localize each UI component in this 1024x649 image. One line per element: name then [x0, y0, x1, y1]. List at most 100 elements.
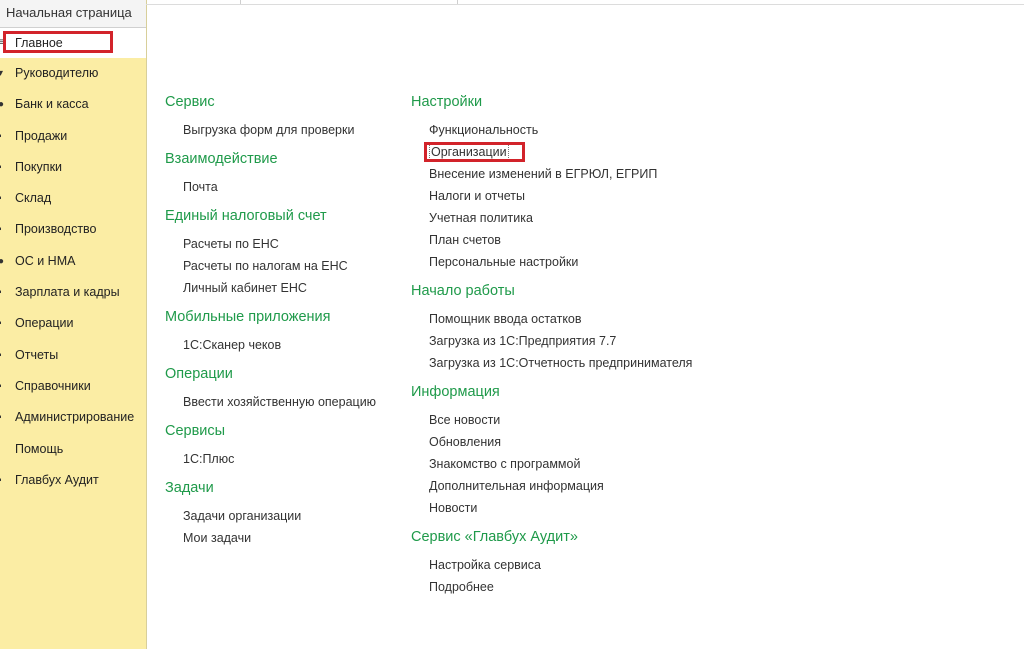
- section-title[interactable]: Сервисы: [165, 421, 401, 441]
- menu-link[interactable]: Обновления: [429, 431, 811, 453]
- sidebar-item-label: Банк и касса: [15, 97, 89, 112]
- sidebar-item-label: Операции: [15, 316, 74, 331]
- menu-link[interactable]: План счетов: [429, 229, 811, 251]
- link-row: Внесение изменений в ЕГРЮЛ, ЕГРИП: [411, 163, 811, 185]
- section-title[interactable]: Сервис: [165, 92, 401, 112]
- link-row: Все новости: [411, 409, 811, 431]
- section: Сервисы 1С:Плюс: [165, 421, 401, 470]
- sidebar-item-icon: ▪: [0, 465, 6, 496]
- sidebar-item-label: Зарплата и кадры: [15, 285, 120, 300]
- sidebar-item-icon: ▪: [0, 277, 6, 308]
- sidebar-item-icon: ▪: [0, 371, 6, 402]
- section-title[interactable]: Мобильные приложения: [165, 307, 401, 327]
- tab-separator: [457, 0, 458, 4]
- section-title[interactable]: Единый налоговый счет: [165, 206, 401, 226]
- menu-link[interactable]: Все новости: [429, 409, 811, 431]
- section-title[interactable]: Взаимодействие: [165, 149, 401, 169]
- menu-link[interactable]: Загрузка из 1С:Отчетность предпринимател…: [429, 352, 811, 374]
- menu-link[interactable]: Налоги и отчеты: [429, 185, 811, 207]
- menu-link[interactable]: Дополнительная информация: [429, 475, 811, 497]
- link-row: Загрузка из 1С:Отчетность предпринимател…: [411, 352, 811, 374]
- menu-link[interactable]: 1С:Сканер чеков: [183, 334, 401, 356]
- link-row: План счетов: [411, 229, 811, 251]
- menu-link[interactable]: Почта: [183, 176, 401, 198]
- section-title[interactable]: Начало работы: [411, 281, 811, 301]
- menu-link[interactable]: Знакомство с программой: [429, 453, 811, 475]
- link-row: Ввести хозяйственную операцию: [165, 391, 401, 413]
- menu-link[interactable]: Личный кабинет ЕНС: [183, 277, 401, 299]
- menu-link[interactable]: Новости: [429, 497, 811, 519]
- section: Начало работы Помощник ввода остатков Загр…: [411, 281, 811, 374]
- sidebar-item-label: Руководителю: [15, 66, 99, 80]
- section-title[interactable]: Настройки: [411, 92, 811, 112]
- highlight-box: [3, 31, 113, 53]
- sidebar-item-6[interactable]: ▪ Производство: [0, 214, 146, 245]
- sidebar-item-11[interactable]: ▪ Справочники: [0, 371, 146, 402]
- content-column-left: Сервис Выгрузка форм для проверки Взаимоде…: [165, 92, 401, 557]
- menu-link[interactable]: Ввести хозяйственную операцию: [183, 391, 401, 413]
- sidebar-item-icon: ▾: [0, 68, 4, 79]
- sidebar-item-4[interactable]: ▪ Покупки: [0, 152, 146, 183]
- menu-link[interactable]: Учетная политика: [429, 207, 811, 229]
- sidebar-item-3[interactable]: ▪ Продажи: [0, 121, 146, 152]
- highlight-box: [424, 142, 525, 162]
- section-title[interactable]: Задачи: [165, 478, 401, 498]
- menu-link[interactable]: Загрузка из 1С:Предприятия 7.7: [429, 330, 811, 352]
- link-row: Налоги и отчеты: [411, 185, 811, 207]
- menu-link[interactable]: Мои задачи: [183, 527, 401, 549]
- sidebar-item-14[interactable]: ▪ Главбух Аудит: [0, 465, 146, 496]
- menu-link[interactable]: Организации: [424, 141, 525, 163]
- menu-link[interactable]: Подробнее: [429, 576, 811, 598]
- menu-link[interactable]: Помощник ввода остатков: [429, 308, 811, 330]
- link-row: Новости: [411, 497, 811, 519]
- menu-link[interactable]: Расчеты по ЕНС: [183, 233, 401, 255]
- sidebar-item-7[interactable]: ● ОС и НМА: [0, 246, 146, 277]
- menu-link[interactable]: Выгрузка форм для проверки: [183, 119, 401, 141]
- link-row: Функциональность: [411, 119, 811, 141]
- sidebar-item-label: Продажи: [15, 128, 68, 143]
- link-row: Почта: [165, 176, 401, 198]
- menu-link[interactable]: Задачи организации: [183, 505, 401, 527]
- link-row: Помощник ввода остатков: [411, 308, 811, 330]
- sidebar-item-0[interactable]: ≡ Главное: [0, 28, 146, 58]
- link-row: Подробнее: [411, 576, 811, 598]
- sidebar-item-1[interactable]: ▾ Руководителю: [0, 58, 146, 89]
- sidebar-item-5[interactable]: ▪ Склад: [0, 183, 146, 214]
- section: Задачи Задачи организации Мои задачи: [165, 478, 401, 549]
- section: Взаимодействие Почта: [165, 149, 401, 198]
- sidebar-item-8[interactable]: ▪ Зарплата и кадры: [0, 277, 146, 308]
- section-title[interactable]: Информация: [411, 382, 811, 402]
- section: Мобильные приложения 1С:Сканер чеков: [165, 307, 401, 356]
- link-row: Обновления: [411, 431, 811, 453]
- sidebar: Начальная страница ≡ Главное ▾ Руководителю…: [0, 0, 147, 649]
- sidebar-item-icon: ▪: [0, 121, 6, 152]
- sidebar-item-icon: ▪: [0, 152, 6, 183]
- sidebar-item-9[interactable]: ▪ Операции: [0, 308, 146, 339]
- section: Операции Ввести хозяйственную операцию: [165, 364, 401, 413]
- section: Сервис Выгрузка форм для проверки: [165, 92, 401, 141]
- sidebar-item-12[interactable]: ▪ Администрирование: [0, 402, 146, 433]
- link-row: Расчеты по налогам на ЕНС: [165, 255, 401, 277]
- sidebar-item-label: Справочники: [15, 378, 91, 393]
- sidebar-item-10[interactable]: ▪ Отчеты: [0, 340, 146, 371]
- section-title[interactable]: Сервис «Главбух Аудит»: [411, 527, 811, 547]
- menu-link[interactable]: Внесение изменений в ЕГРЮЛ, ЕГРИП: [429, 163, 811, 185]
- link-row: Знакомство с программой: [411, 453, 811, 475]
- link-row: Мои задачи: [165, 527, 401, 549]
- sidebar-item-13[interactable]: Помощь: [0, 434, 146, 465]
- sidebar-item-label: Отчеты: [15, 347, 59, 362]
- link-row: Расчеты по ЕНС: [165, 233, 401, 255]
- sidebar-item-2[interactable]: ● Банк и касса: [0, 89, 146, 120]
- menu-link[interactable]: Функциональность: [429, 119, 811, 141]
- link-row: Выгрузка форм для проверки: [165, 119, 401, 141]
- home-page-tab[interactable]: Начальная страница: [0, 0, 146, 28]
- menu-link[interactable]: Расчеты по налогам на ЕНС: [183, 255, 401, 277]
- menu-link[interactable]: Настройка сервиса: [429, 554, 811, 576]
- sidebar-item-icon: ▪: [0, 340, 6, 371]
- menu-link[interactable]: 1С:Плюс: [183, 448, 401, 470]
- sidebar-item-label: Производство: [15, 222, 97, 237]
- section-title[interactable]: Операции: [165, 364, 401, 384]
- link-row: Дополнительная информация: [411, 475, 811, 497]
- menu-link[interactable]: Персональные настройки: [429, 251, 811, 273]
- sidebar-item-label: Покупки: [15, 159, 63, 174]
